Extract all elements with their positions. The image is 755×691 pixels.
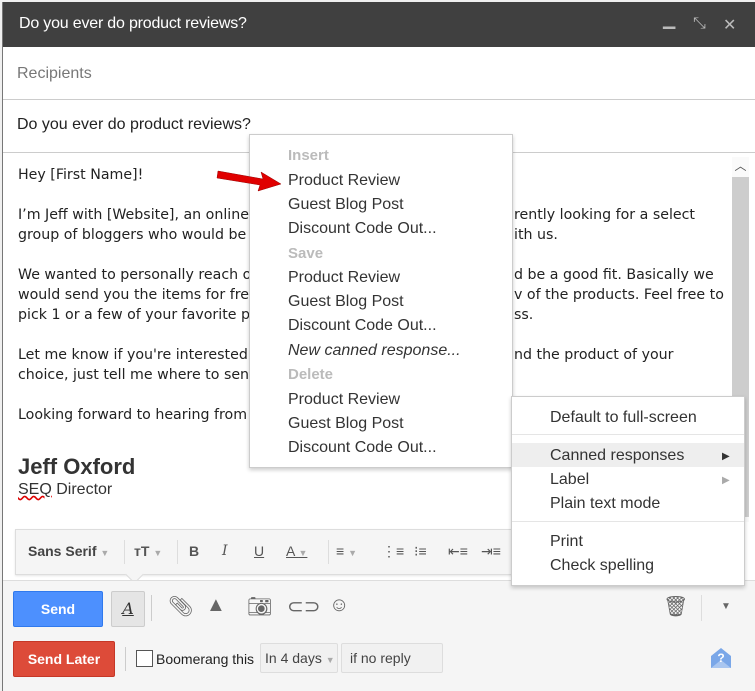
boomerang-label: Boomerang this <box>156 651 255 667</box>
delete-guest-blog-post[interactable]: Guest Blog Post <box>288 415 404 433</box>
divider <box>151 595 152 621</box>
link-icon[interactable]: ⊂⊃ <box>287 594 321 619</box>
indent-more-icon[interactable]: ⇥≡ <box>481 543 501 560</box>
italic-icon[interactable]: I <box>222 543 228 559</box>
body-fragment: ss. <box>514 307 534 323</box>
body-fragment: ith us. <box>514 227 558 243</box>
menu-divider <box>512 434 744 435</box>
more-options-menu: Default to full-screen Canned responses … <box>511 396 745 586</box>
divider <box>177 540 178 564</box>
align-icon[interactable]: ≡ ▼ <box>336 543 357 559</box>
formatting-options-button[interactable]: A <box>111 591 145 627</box>
close-icon[interactable]: ✕ <box>723 15 736 35</box>
insert-discount-code[interactable]: Discount Code Out... <box>288 220 437 238</box>
menu-item-plain-text[interactable]: Plain text mode <box>550 495 660 513</box>
font-family-select[interactable]: Sans Serif ▼ <box>28 543 109 559</box>
bulleted-list-icon[interactable]: ⁝≡ <box>414 543 427 560</box>
delete-product-review[interactable]: Product Review <box>288 391 400 409</box>
send-button[interactable]: Send <box>13 591 103 627</box>
exit-fullscreen-icon[interactable]: ⤡ <box>693 15 706 33</box>
text-color-icon[interactable]: A ▼ <box>286 543 307 559</box>
new-canned-response[interactable]: New canned response... <box>288 342 461 360</box>
menu-header-delete: Delete <box>288 366 334 383</box>
recipients-field[interactable]: Recipients <box>3 47 755 100</box>
submenu-arrow-icon: ▶ <box>722 475 730 486</box>
formatting-toolbar: Sans Serif ▼ ᴛT ▼ B I U A ▼ ≡ ▼ ⋮≡ ⁝≡ ⇤≡… <box>15 529 527 584</box>
font-family-label: Sans Serif <box>28 543 97 559</box>
emoji-icon[interactable]: ☺ <box>329 594 349 617</box>
chevron-down-icon: ▼ <box>100 548 110 558</box>
divider <box>125 647 126 671</box>
boomerang-delay-select[interactable]: In 4 days ▼ <box>260 643 338 673</box>
annotation-arrow-icon <box>216 170 282 192</box>
svg-text:?: ? <box>717 651 724 665</box>
scroll-up-icon[interactable]: ︿ <box>732 157 749 177</box>
indent-less-icon[interactable]: ⇤≡ <box>448 543 468 560</box>
save-discount-code[interactable]: Discount Code Out... <box>288 317 437 335</box>
menu-item-default-fullscreen[interactable]: Default to full-screen <box>550 409 697 427</box>
delay-value: In 4 days <box>265 650 322 666</box>
more-options-icon[interactable]: ▼ <box>721 601 731 612</box>
title-bar[interactable]: Do you ever do product reviews? ▁ ⤡ ✕ <box>3 2 755 47</box>
photo-icon[interactable]: 📷︎ <box>247 594 272 619</box>
attach-icon[interactable]: 📎︎ <box>168 594 193 619</box>
chevron-down-icon: ▼ <box>325 655 335 665</box>
body-fragment: rently looking for a select <box>514 207 695 223</box>
numbered-list-icon[interactable]: ⋮≡ <box>382 543 404 560</box>
divider <box>124 540 125 564</box>
text-size-icon[interactable]: ᴛT ▼ <box>134 543 162 559</box>
menu-divider <box>512 521 744 522</box>
subject-value: Do you ever do product reviews? <box>17 116 251 133</box>
divider <box>701 595 702 621</box>
boomerang-help-icon[interactable]: ? <box>709 646 733 670</box>
signature-title: SEQ Director <box>18 481 112 499</box>
action-bar: Send A 📎︎ ▲ 📷︎ ⊂⊃ ☺ 🗑︎ ▼ <box>3 580 755 636</box>
underline-icon[interactable]: U <box>254 543 264 559</box>
recipients-placeholder: Recipients <box>17 65 92 82</box>
menu-item-canned-responses[interactable]: Canned responses <box>550 447 684 465</box>
send-later-button[interactable]: Send Later <box>13 641 115 677</box>
delete-discount-code[interactable]: Discount Code Out... <box>288 439 437 457</box>
boomerang-bar: Send Later Boomerang this In 4 days ▼ if… <box>3 635 755 691</box>
boomerang-condition-select[interactable]: if no reply <box>341 643 443 673</box>
body-fragment: v of the products. Feel free to <box>514 287 724 303</box>
body-fragment: nd the product of your <box>514 347 674 363</box>
trash-icon[interactable]: 🗑︎ <box>663 594 688 619</box>
menu-item-check-spelling[interactable]: Check spelling <box>550 557 654 575</box>
boomerang-checkbox[interactable] <box>136 650 153 667</box>
insert-guest-blog-post[interactable]: Guest Blog Post <box>288 196 404 214</box>
body-fragment: d be a good fit. Basically we <box>514 267 714 283</box>
signature-title-rest: Director <box>51 481 113 498</box>
menu-item-print[interactable]: Print <box>550 533 583 551</box>
save-product-review[interactable]: Product Review <box>288 269 400 287</box>
save-guest-blog-post[interactable]: Guest Blog Post <box>288 293 404 311</box>
misspelled-word[interactable]: SEQ <box>18 481 52 498</box>
insert-product-review[interactable]: Product Review <box>288 172 400 190</box>
divider <box>328 540 329 564</box>
bold-icon[interactable]: B <box>189 543 199 559</box>
drive-icon[interactable]: ▲ <box>206 594 226 617</box>
signature-name: Jeff Oxford <box>18 454 136 479</box>
menu-header-insert: Insert <box>288 147 329 164</box>
window-title: Do you ever do product reviews? <box>19 15 247 32</box>
menu-header-save: Save <box>288 245 324 262</box>
condition-value: if no reply <box>350 650 411 666</box>
minimize-icon[interactable]: ▁ <box>663 10 675 30</box>
menu-item-label[interactable]: Label <box>550 471 589 489</box>
canned-responses-submenu: Insert Product Review Guest Blog Post Di… <box>249 134 513 468</box>
submenu-arrow-icon: ▶ <box>722 451 730 462</box>
